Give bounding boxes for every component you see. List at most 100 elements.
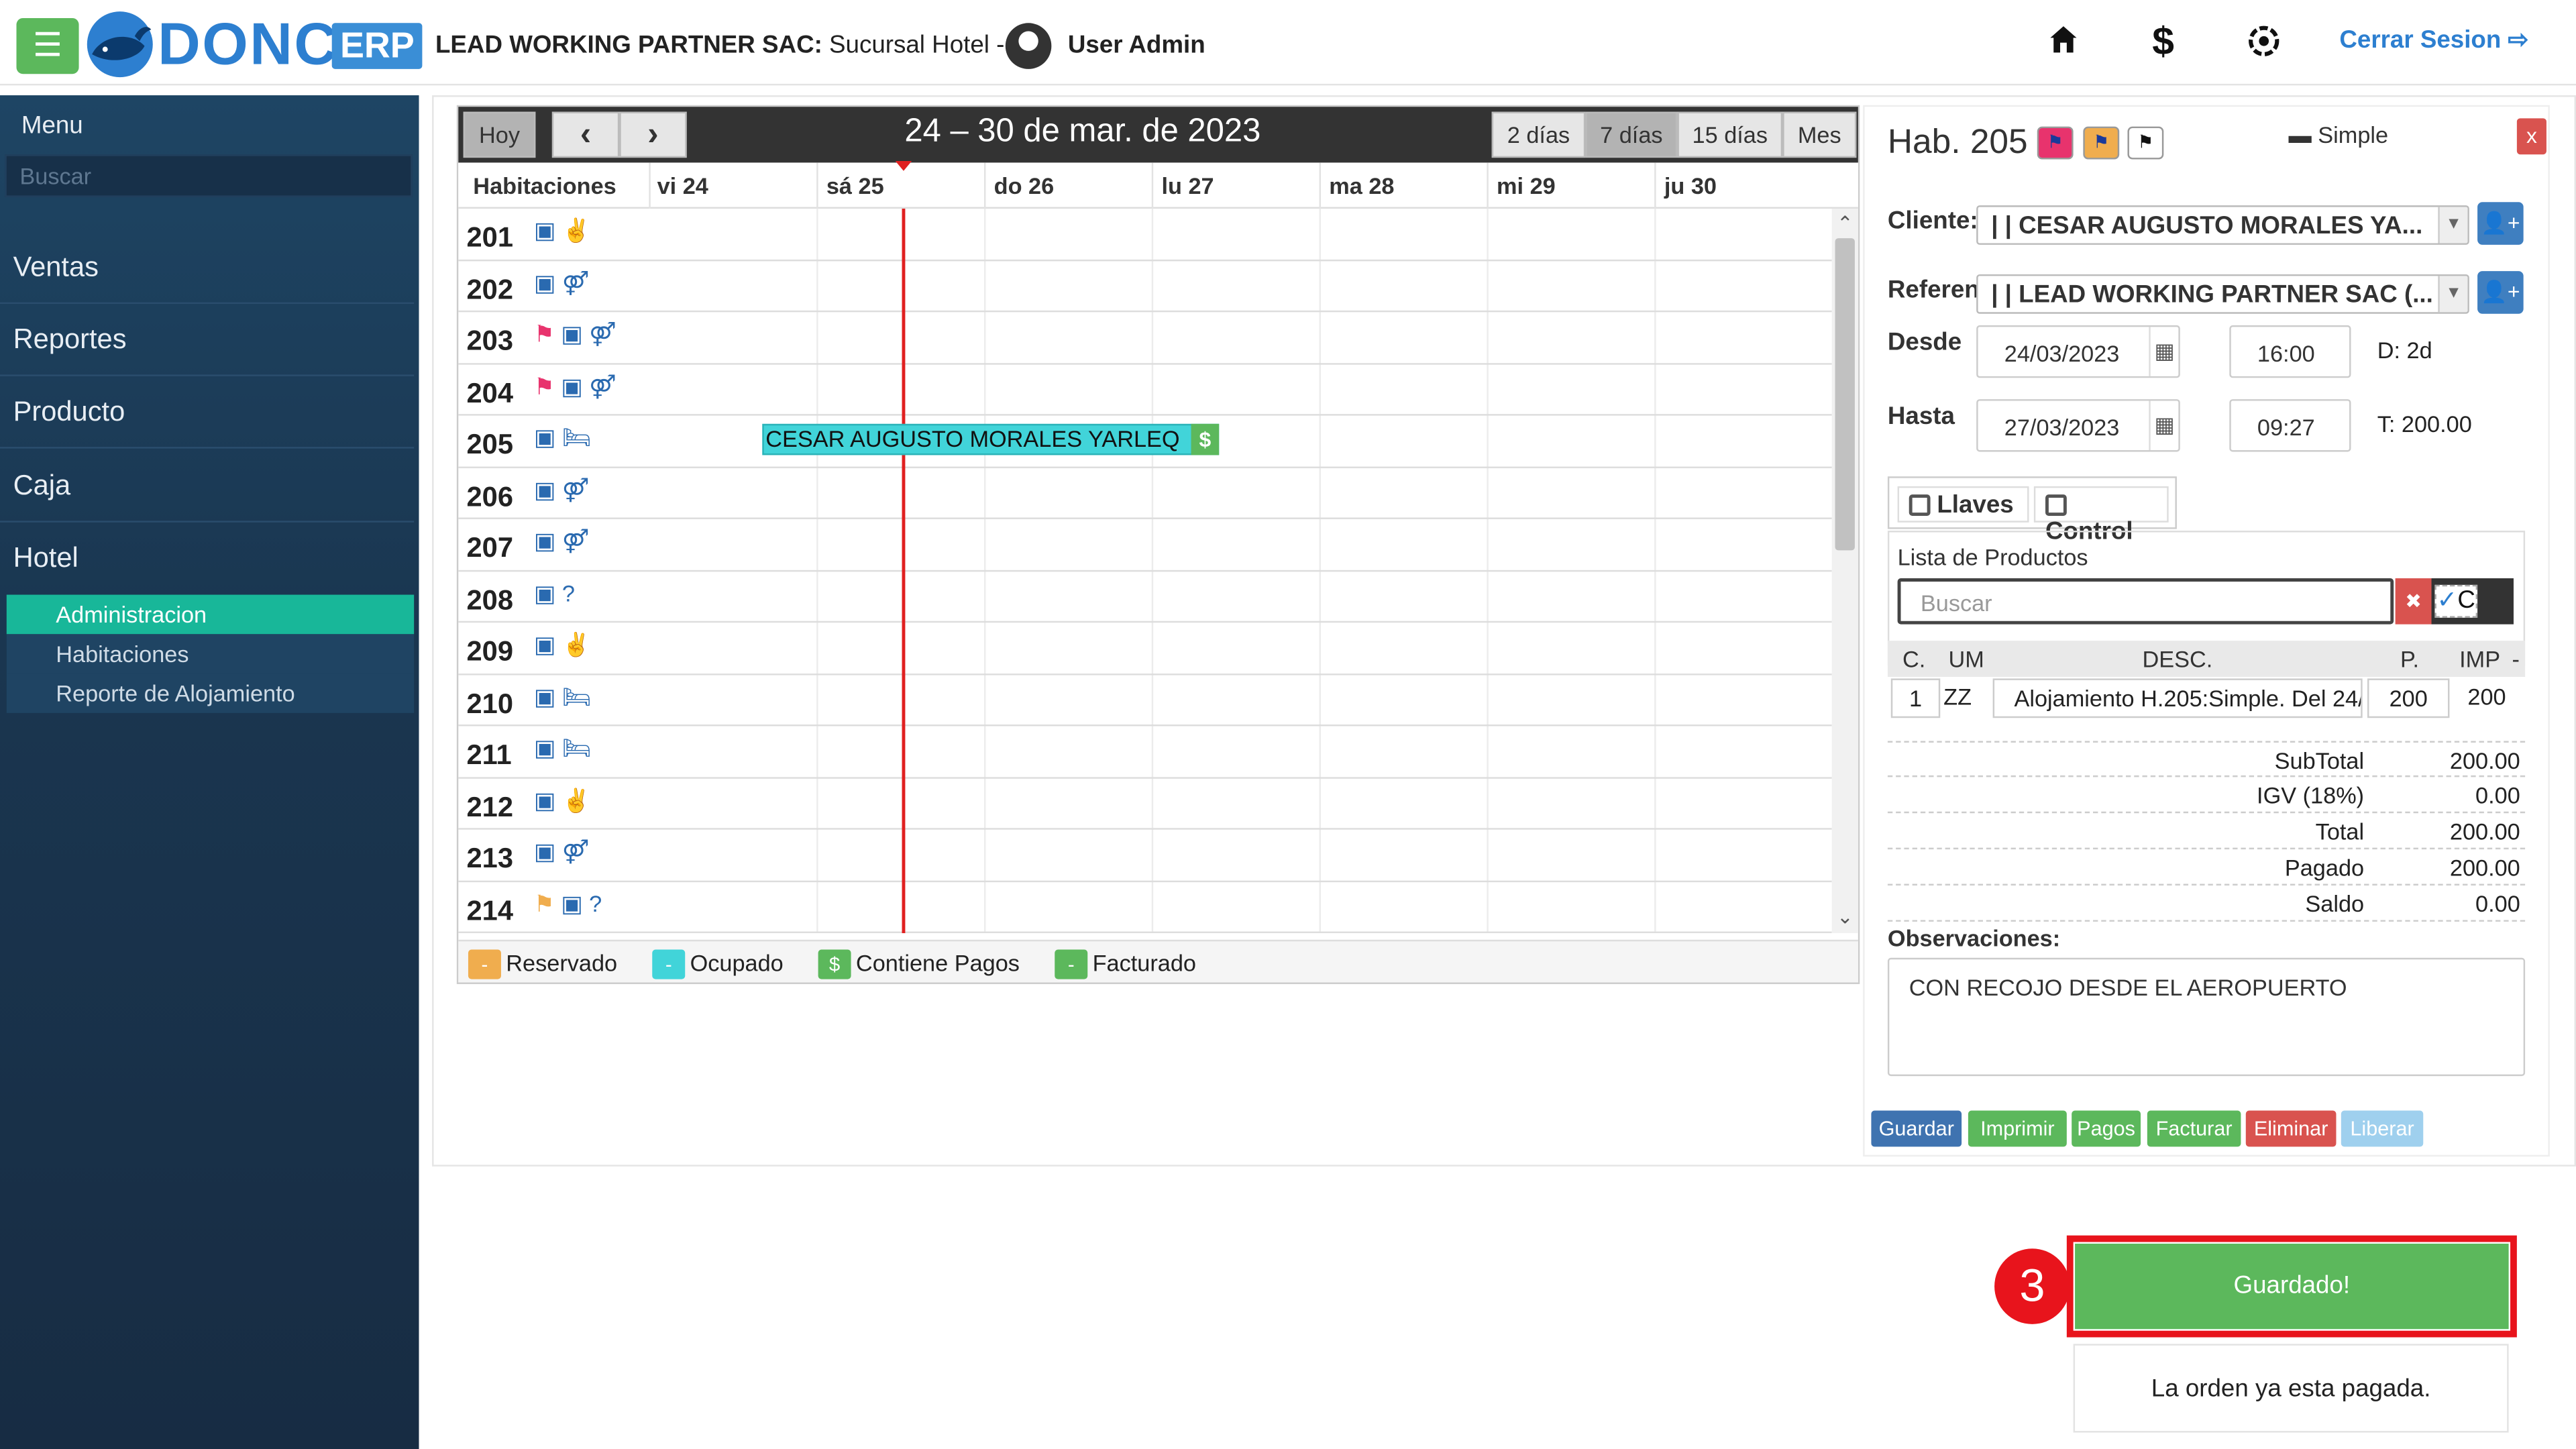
eliminar-button[interactable]: Eliminar <box>2245 1110 2337 1147</box>
product-qty-input[interactable]: 1 <box>1890 678 1941 718</box>
view-15-days-button[interactable]: 15 días <box>1677 111 1783 158</box>
room-row[interactable]: 209 ▣ ✌ <box>458 623 1832 675</box>
view-7-days-button[interactable]: 7 días <box>1585 111 1678 158</box>
prev-week-button[interactable]: ‹ <box>551 111 620 158</box>
day-divider <box>649 162 651 209</box>
cliente-select[interactable]: | | CESAR AUGUSTO MORALES YA... ▼ <box>1976 205 2469 245</box>
view-month-button[interactable]: Mes <box>1782 111 1857 158</box>
col-um: UM <box>1948 645 1984 672</box>
room-row[interactable]: 206 ▣ ⚤ <box>458 468 1832 519</box>
room-row[interactable]: 201 ▣ ✌ <box>458 209 1832 261</box>
desde-time-input[interactable]: 16:00 <box>2229 325 2351 378</box>
dollar-icon[interactable]: $ <box>2152 22 2174 62</box>
room-status-icons[interactable]: ⚑ ▣ ⚤ <box>534 321 616 349</box>
user-name[interactable]: User Admin <box>1068 32 1205 61</box>
settings-icon[interactable] <box>2246 23 2282 67</box>
home-icon[interactable] <box>2047 23 2080 64</box>
reservation-event[interactable]: CESAR AUGUSTO MORALES YARLEQ <box>762 423 1220 455</box>
imprimir-button[interactable]: Imprimir <box>1968 1110 2067 1147</box>
today-line <box>902 209 906 934</box>
llaves-checkbox[interactable]: Llaves <box>1897 486 2029 523</box>
product-imp: 200 <box>2467 683 2506 710</box>
room-status-icons[interactable]: ▣ ✌ <box>534 631 591 659</box>
products-search-input[interactable]: Buscar <box>1897 578 2394 625</box>
sidebar-subitem-reporte-alojamiento[interactable]: Reporte de Alojamiento <box>6 674 415 713</box>
room-row[interactable]: 210 ▣ 🛏 <box>458 674 1832 727</box>
close-button[interactable]: x <box>2516 118 2546 155</box>
sidebar-item-ventas[interactable]: Ventas <box>0 231 415 305</box>
total-value: 200.00 <box>2449 818 2520 845</box>
pagado-row: Pagado 200.00 <box>1887 849 2526 886</box>
add-cliente-button[interactable]: 👤+ <box>2477 202 2524 245</box>
scrollbar-thumb[interactable] <box>1835 238 1855 551</box>
room-status-icons[interactable]: ▣ 🛏 <box>534 424 591 452</box>
products-check-toggle[interactable]: ✓C <box>2431 578 2514 625</box>
sidebar-search-input[interactable]: Buscar <box>5 154 413 197</box>
referencia-select[interactable]: | | LEAD WORKING PARTNER SAC (... ▼ <box>1976 274 2469 314</box>
desde-date-input[interactable]: 24/03/2023 ▦ <box>1976 325 2180 378</box>
calendar-icon[interactable]: ▦ <box>2149 327 2178 376</box>
room-status-icons[interactable]: ⚑ ▣ ⚤ <box>534 372 616 400</box>
pagos-button[interactable]: Pagos <box>2072 1110 2141 1147</box>
hasta-time-input[interactable]: 09:27 <box>2229 399 2351 452</box>
product-desc-input[interactable]: Alojamiento H.205:Simple. Del 24/03 al 2… <box>1992 678 2363 718</box>
room-status-icons[interactable]: ▣ ⚤ <box>534 838 589 866</box>
room-status-icons[interactable]: ▣ ✌ <box>534 786 591 814</box>
view-2-days-button[interactable]: 2 días <box>1491 111 1586 158</box>
sidebar-item-reportes[interactable]: Reportes <box>0 304 415 376</box>
control-checkbox[interactable]: Control <box>2033 486 2169 545</box>
product-price-input[interactable]: 200 <box>2367 678 2450 718</box>
observaciones-textarea[interactable]: CON RECOJO DESDE EL AEROPUERTO <box>1887 957 2526 1077</box>
saved-toast[interactable]: Guardado! <box>2075 1243 2509 1330</box>
day-header: ju 30 <box>1664 172 1717 199</box>
subtotal-row: SubTotal 200.00 <box>1887 741 2526 777</box>
scroll-up-icon[interactable]: ⌃ <box>1837 212 1854 235</box>
facturar-button[interactable]: Facturar <box>2147 1110 2241 1147</box>
day-divider <box>983 162 986 209</box>
clear-search-icon[interactable]: ✖ <box>2395 578 2432 625</box>
logout-link[interactable]: Cerrar Sesion ⇨ <box>2339 26 2528 56</box>
room-status-icons[interactable]: ▣ 🛏 <box>534 683 591 711</box>
room-status-icons[interactable]: ▣ ⚤ <box>534 268 589 297</box>
room-row[interactable]: 211 ▣ 🛏 <box>458 726 1832 778</box>
room-status-icons[interactable]: ▣ ✌ <box>534 217 591 245</box>
room-row[interactable]: 207 ▣ ⚤ <box>458 519 1832 572</box>
next-week-button[interactable]: › <box>619 111 687 158</box>
room-row[interactable]: 213 ▣ ⚤ <box>458 830 1832 881</box>
add-referencia-button[interactable]: 👤+ <box>2477 271 2524 314</box>
avatar[interactable] <box>1005 23 1052 69</box>
sidebar-item-caja[interactable]: Caja <box>0 450 415 523</box>
flag-orange-icon[interactable]: ⚑ <box>2083 126 2120 160</box>
cliente-value: | | CESAR AUGUSTO MORALES YA... <box>1991 211 2423 240</box>
top-bar: ☰ DONCA ERP LEAD WORKING PARTNER SAC: Su… <box>0 0 2576 86</box>
room-row[interactable]: 202 ▣ ⚤ <box>458 260 1832 313</box>
flag-red-icon[interactable]: ⚑ <box>2037 126 2074 160</box>
today-button[interactable]: Hoy <box>463 111 536 158</box>
room-row[interactable]: 203 ⚑ ▣ ⚤ <box>458 312 1832 364</box>
room-row[interactable]: 204 ⚑ ▣ ⚤ <box>458 364 1832 416</box>
scroll-down-icon[interactable]: ⌄ <box>1837 905 1854 928</box>
room-status-icons[interactable]: ▣ ⚤ <box>534 476 589 504</box>
sidebar-item-hotel[interactable]: Hotel <box>0 523 414 595</box>
room-status-icons[interactable]: ▣ ⚤ <box>534 527 589 555</box>
sidebar-subitem-habitaciones[interactable]: Habitaciones <box>6 634 415 674</box>
sidebar-item-producto[interactable]: Producto <box>0 376 415 449</box>
room-row[interactable]: 212 ▣ ✌ <box>458 778 1832 830</box>
rooms-column-header: Habitaciones <box>473 172 616 199</box>
calendar-icon[interactable]: ▦ <box>2149 400 2178 451</box>
room-status-icons[interactable]: ⚑ ▣ ? <box>534 890 602 918</box>
hasta-date-value: 27/03/2023 <box>2004 414 2120 441</box>
room-row[interactable]: 214 ⚑ ▣ ? <box>458 881 1832 934</box>
sidebar-subitem-administracion[interactable]: Administracion <box>6 594 415 635</box>
room-status-icons[interactable]: ▣ 🛏 <box>534 735 591 763</box>
guardar-button[interactable]: Guardar <box>1871 1110 1962 1147</box>
room-detail-panel: Hab. 205 ⚑ ⚑ ⚑ ▬ Simple x Cliente: | | C… <box>1863 105 2550 1157</box>
flag-black-icon[interactable]: ⚑ <box>2127 126 2164 160</box>
room-status-icons[interactable]: ▣ ? <box>534 579 575 607</box>
room-row[interactable]: 208 ▣ ? <box>458 571 1832 623</box>
info-toast[interactable]: La orden ya esta pagada. <box>2073 1344 2509 1433</box>
hamburger-menu-button[interactable]: ☰ <box>16 17 79 74</box>
liberar-button[interactable]: Liberar <box>2341 1110 2424 1147</box>
hasta-date-input[interactable]: 27/03/2023 ▦ <box>1976 399 2180 452</box>
room-number: 203 <box>466 325 514 357</box>
